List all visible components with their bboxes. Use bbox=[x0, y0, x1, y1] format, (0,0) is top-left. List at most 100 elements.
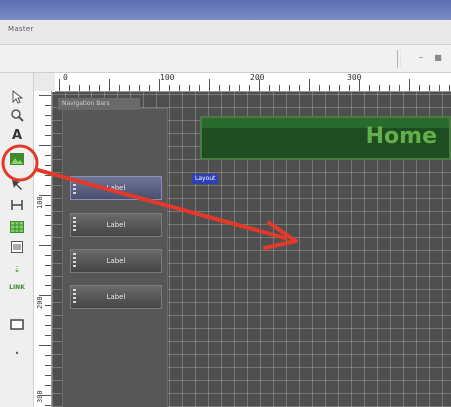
ruler-label-0: 0 bbox=[63, 73, 68, 82]
ruler-tick bbox=[99, 85, 100, 91]
ruler-tick bbox=[389, 85, 390, 91]
ruler-tick bbox=[279, 85, 280, 91]
zoom-icon[interactable] bbox=[8, 107, 26, 123]
ruler-tick bbox=[45, 305, 51, 306]
ruler-tick bbox=[129, 85, 130, 91]
ruler-corner bbox=[33, 73, 55, 91]
ruler-tick bbox=[319, 85, 320, 91]
vruler-label-200: 200 bbox=[36, 296, 44, 309]
ruler-tick bbox=[249, 85, 250, 91]
ruler-tick bbox=[409, 79, 410, 91]
ruler-tick bbox=[45, 175, 51, 176]
rectangle-tool-icon[interactable] bbox=[8, 317, 26, 333]
ruler-tick bbox=[39, 395, 51, 396]
drag-handle-icon[interactable] bbox=[73, 253, 76, 269]
ruler-tick bbox=[45, 215, 51, 216]
ruler-tick bbox=[259, 79, 260, 91]
ruler-tick bbox=[45, 155, 51, 156]
ruler-tick bbox=[229, 85, 230, 91]
text-tool-icon[interactable]: A bbox=[8, 127, 26, 143]
ruler-tick bbox=[139, 85, 140, 91]
ruler-tick bbox=[429, 85, 430, 91]
vertical-ruler[interactable]: 100 200 300 bbox=[33, 91, 52, 407]
frame-tool-icon[interactable] bbox=[8, 197, 26, 213]
ruler-tick bbox=[339, 85, 340, 91]
ruler-tick bbox=[299, 85, 300, 91]
layer-tag[interactable]: Layout bbox=[192, 174, 219, 184]
ruler-tick bbox=[179, 85, 180, 91]
horizontal-ruler[interactable]: 0 100 200 300 bbox=[55, 73, 451, 92]
ruler-tick bbox=[45, 355, 51, 356]
ruler-tick bbox=[39, 245, 51, 246]
minimize-button[interactable]: – bbox=[416, 53, 426, 63]
ruler-tick bbox=[45, 225, 51, 226]
ruler-tick bbox=[309, 79, 310, 91]
ruler-tick bbox=[45, 135, 51, 136]
ruler-tick bbox=[449, 85, 450, 91]
ruler-tick bbox=[119, 85, 120, 91]
title-band bbox=[0, 0, 451, 20]
ruler-tick bbox=[89, 85, 90, 91]
ruler-tick bbox=[39, 295, 51, 296]
ruler-tick bbox=[39, 345, 51, 346]
link-tool-icon[interactable]: LINK bbox=[8, 279, 26, 295]
titlebar: Master bbox=[0, 20, 451, 45]
ruler-tick bbox=[269, 85, 270, 91]
vruler-label-100: 100 bbox=[36, 196, 44, 209]
ruler-tick bbox=[45, 255, 51, 256]
tool-palette: A ⇣ LINK • bbox=[0, 73, 34, 407]
ruler-tick bbox=[239, 85, 240, 91]
ruler-tick bbox=[189, 85, 190, 91]
vruler-label-300: 300 bbox=[36, 390, 44, 403]
dot-icon[interactable]: • bbox=[8, 345, 26, 361]
header-title: Home bbox=[365, 124, 437, 149]
drag-handle-icon[interactable] bbox=[73, 289, 76, 305]
ruler-tick bbox=[379, 85, 380, 91]
ruler-tick bbox=[149, 85, 150, 91]
ruler-tick bbox=[369, 85, 370, 91]
ruler-tick bbox=[399, 85, 400, 91]
drag-handle-icon[interactable] bbox=[73, 180, 76, 196]
maximize-button[interactable]: ■ bbox=[433, 53, 443, 63]
move-tool-icon[interactable] bbox=[8, 177, 26, 193]
ruler-tick bbox=[109, 79, 110, 91]
ruler-tick bbox=[45, 285, 51, 286]
nav-button-label: Label bbox=[106, 184, 126, 192]
ruler-tick bbox=[45, 115, 51, 116]
nav-button-label: Label bbox=[106, 293, 126, 301]
drag-handle-icon[interactable] bbox=[73, 217, 76, 233]
ruler-tick bbox=[39, 145, 51, 146]
ruler-tick bbox=[79, 85, 80, 91]
list-tool-icon[interactable] bbox=[8, 239, 26, 255]
ruler-tick bbox=[59, 79, 60, 91]
nav-button-4[interactable]: Label bbox=[70, 285, 162, 309]
pointer-arrow-icon[interactable] bbox=[8, 89, 26, 105]
ruler-tick bbox=[199, 85, 200, 91]
ruler-tick bbox=[45, 315, 51, 316]
ruler-tick bbox=[45, 205, 51, 206]
ruler-tick bbox=[39, 195, 51, 196]
ruler-tick bbox=[45, 165, 51, 166]
home-header-banner[interactable]: Home bbox=[200, 116, 451, 160]
ruler-tick bbox=[45, 125, 51, 126]
ruler-tick bbox=[39, 95, 51, 96]
ruler-tick bbox=[169, 85, 170, 91]
ruler-tick bbox=[209, 79, 210, 91]
grid-tool-icon[interactable] bbox=[8, 219, 26, 235]
ruler-tick bbox=[349, 85, 350, 91]
ruler-tick bbox=[359, 79, 360, 91]
image-tool-icon[interactable] bbox=[8, 151, 26, 167]
nav-button-label: Label bbox=[106, 221, 126, 229]
ruler-tick bbox=[219, 85, 220, 91]
editor-window: Master – ■ 0 100 200 300 100 200 300 A ⇣… bbox=[0, 0, 451, 407]
ruler-tick bbox=[45, 325, 51, 326]
nav-button-label: Label bbox=[106, 257, 126, 265]
ruler-tick bbox=[419, 85, 420, 91]
panel-title[interactable]: Navigation Bars bbox=[58, 98, 140, 110]
hand-tool-icon[interactable]: ⇣ bbox=[8, 261, 26, 277]
toolbar-separator bbox=[397, 50, 398, 68]
nav-button-2[interactable]: Label bbox=[70, 213, 162, 237]
nav-button-1[interactable]: Label bbox=[70, 176, 162, 200]
ruler-tick bbox=[45, 265, 51, 266]
nav-button-3[interactable]: Label bbox=[70, 249, 162, 273]
